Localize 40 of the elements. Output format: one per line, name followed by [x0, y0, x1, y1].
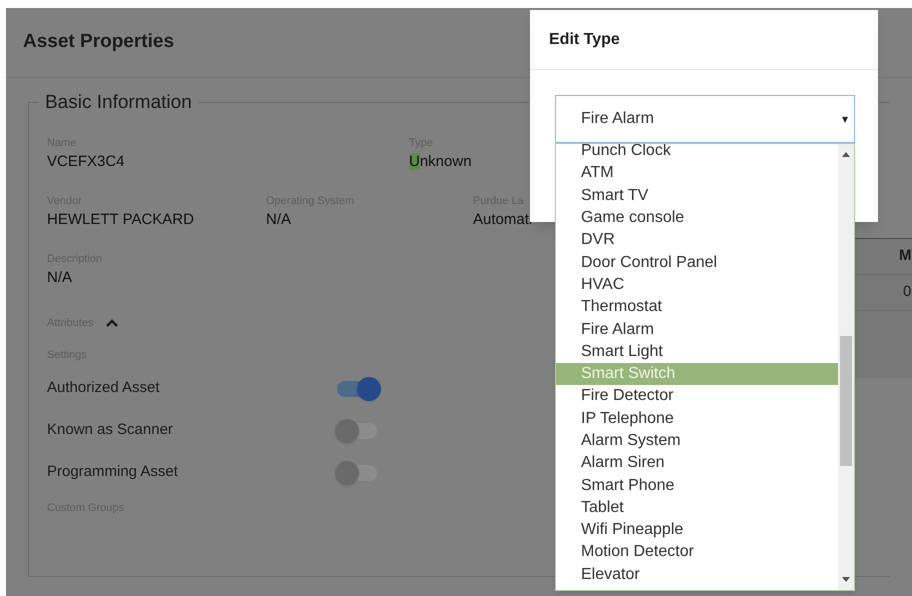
- dropdown-option[interactable]: ATM: [556, 162, 838, 185]
- toggle-label: Known as Scanner: [47, 420, 174, 440]
- dropdown-option[interactable]: Alarm Siren: [556, 452, 838, 474]
- column-header: M: [899, 246, 912, 266]
- dropdown-option[interactable]: Alarm System: [556, 430, 838, 452]
- scrollbar-thumb[interactable]: [840, 336, 852, 466]
- toggle-label: Programming Asset: [47, 462, 179, 482]
- dropdown-option[interactable]: Smart Phone: [556, 474, 838, 497]
- dropdown-option[interactable]: Fire Alarm: [556, 318, 838, 341]
- field-value: VCEFX3C4: [47, 152, 126, 172]
- dropdown-option[interactable]: Punch Clock: [556, 144, 838, 162]
- toggle-label: Authorized Asset: [47, 378, 161, 398]
- dropdown-option[interactable]: Thermostat: [556, 296, 838, 318]
- toggle-switch[interactable]: [337, 376, 381, 400]
- dropdown-option[interactable]: HVAC: [556, 274, 838, 296]
- dialog-title: Edit Type: [549, 30, 620, 50]
- dropdown-option[interactable]: Fire Detector: [556, 385, 838, 408]
- dropdown-option[interactable]: Motion Detector: [556, 541, 838, 564]
- field-value: N/A: [47, 268, 74, 288]
- dropdown-option[interactable]: DVR: [556, 229, 838, 252]
- dropdown-option[interactable]: Game console: [556, 206, 838, 230]
- dropdown-option[interactable]: Smart TV: [556, 184, 838, 207]
- dropdown-option[interactable]: Tablet: [556, 496, 838, 520]
- scroll-up-icon[interactable]: [842, 152, 850, 157]
- dropdown-option[interactable]: Door Control Panel: [556, 251, 838, 274]
- field-value: HEWLETT PACKARD: [47, 210, 195, 230]
- dropdown-option[interactable]: IP Telephone: [556, 408, 838, 430]
- field-value: Automati: [473, 210, 532, 230]
- scrollbar[interactable]: [838, 144, 854, 590]
- table-cell-text: 0: [903, 282, 912, 302]
- dropdown-arrow-icon: ▾: [842, 110, 848, 128]
- dropdown-option[interactable]: Smart Light: [556, 340, 838, 363]
- scroll-down-icon[interactable]: [842, 577, 850, 582]
- field-value: Unknown: [409, 152, 472, 172]
- type-select[interactable]: Fire Alarm ▾: [555, 95, 855, 143]
- dropdown-option[interactable]: Wifi Pineapple: [556, 519, 838, 542]
- dropdown-option[interactable]: Elevator: [556, 564, 838, 586]
- page-title: Asset Properties: [23, 30, 174, 54]
- field-value: N/A: [266, 210, 292, 230]
- chevron-icon[interactable]: [105, 318, 120, 328]
